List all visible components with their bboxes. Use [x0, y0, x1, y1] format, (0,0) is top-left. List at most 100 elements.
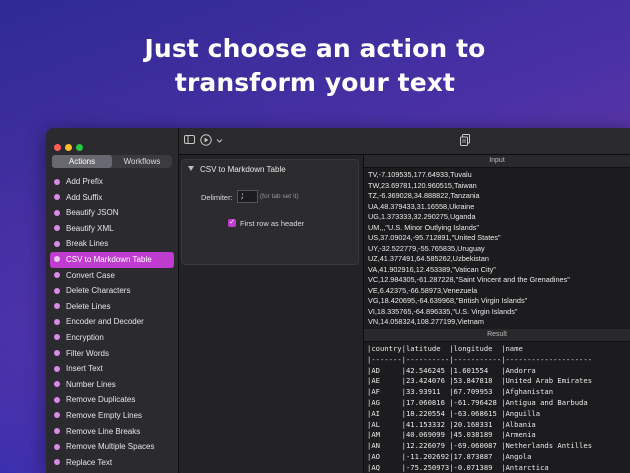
close-window-button[interactable]: [54, 144, 61, 151]
sidebar-item-label: Filter Words: [66, 348, 109, 358]
input-line: VE,6.42375,-66.58973,Venezuela: [368, 285, 478, 295]
result-line: |AN |12.226079 |-69.060087 |Netherlands …: [367, 441, 593, 451]
result-line: |AI |18.220554 |-63.068615 |Anguilla: [367, 408, 541, 418]
action-dot-icon: [54, 412, 60, 419]
headline-line-1: Just choose an action to: [144, 34, 486, 63]
sidebar-item[interactable]: Beautify XML: [50, 221, 174, 237]
input-header: Input: [364, 155, 630, 168]
sidebar-item-label: Beautify JSON: [66, 208, 119, 218]
delimiter-input[interactable]: ;: [237, 190, 258, 203]
result-line: |AF |33.93911 |67.709953 |Afghanistan: [367, 387, 554, 397]
sidebar-item[interactable]: Break Lines: [50, 236, 174, 252]
sidebar-item[interactable]: Replace Text: [50, 455, 174, 471]
first-row-header-label: First row as header: [240, 219, 305, 228]
sidebar-item[interactable]: Filter Words: [50, 346, 174, 362]
sidebar-item[interactable]: Insert Text: [50, 361, 174, 377]
sidebar-item[interactable]: Number Lines: [50, 377, 174, 393]
result-text-area[interactable]: |country|latitude |longitude |name |-----…: [367, 344, 630, 473]
panel-title[interactable]: CSV to Markdown Table: [188, 165, 286, 174]
zoom-window-button[interactable]: [76, 144, 83, 151]
input-line: UA,48.379433,31.16558,Ukraine: [368, 201, 475, 211]
first-row-header-checkbox[interactable]: ✓: [228, 219, 236, 227]
input-line: VG,18.420695,-64.639968,"British Virgin …: [368, 296, 528, 305]
input-line: VC,12.984305,-61.287228,"Saint Vincent a…: [368, 275, 570, 284]
toolbar: [179, 128, 630, 155]
action-dot-icon: [54, 272, 60, 279]
sidebar-item[interactable]: Convert Case: [50, 268, 174, 284]
sidebar-item[interactable]: Add Prefix: [50, 174, 174, 190]
app-window: Actions Workflows Add Prefix Add Suffix Be…: [46, 128, 630, 473]
input-text-area[interactable]: TV,-7.109535,177.64933,Tuvalu TW,23.69781…: [368, 170, 630, 336]
minimize-window-button[interactable]: [65, 144, 72, 151]
sidebar-item-label: Insert Text: [66, 364, 103, 374]
action-options-panel: CSV to Markdown Table Delimiter: ; (for …: [181, 159, 359, 265]
sidebar-item[interactable]: Delete Lines: [50, 299, 174, 315]
action-dot-icon: [54, 365, 60, 372]
sidebar-item-label: Convert Case: [66, 270, 115, 280]
result-line: |AQ |-75.250973|-0.071389 |Antarctica: [367, 462, 549, 472]
io-pane: Input TV,-7.109535,177.64933,Tuvalu TW,23…: [364, 155, 630, 473]
sidebar-item-label: Remove Line Breaks: [66, 426, 141, 436]
result-line: |AL |41.153332 |20.168331 |Albania: [367, 419, 536, 429]
action-dot-icon: [54, 194, 60, 201]
sidebar-item-label: Replace Text: [66, 457, 113, 467]
input-line: VN,14.058324,108.277199,Vietnam: [368, 317, 484, 326]
action-dot-icon: [54, 381, 60, 388]
action-dot-icon: [54, 459, 60, 466]
sidebar-item-label: Add Suffix: [66, 192, 103, 202]
sidebar-tabs: Actions Workflows: [52, 155, 172, 168]
sidebar-item[interactable]: Delete Characters: [50, 283, 174, 299]
sidebar-item[interactable]: Add Suffix: [50, 190, 174, 206]
action-dot-icon: [54, 287, 60, 294]
action-list: Add Prefix Add Suffix Beautify JSON Beautif…: [50, 174, 174, 470]
sidebar-item[interactable]: Remove Line Breaks: [50, 424, 174, 440]
action-dot-icon: [54, 350, 60, 357]
promo-headline: Just choose an action to transform your …: [0, 32, 630, 100]
sidebar-item[interactable]: Remove Duplicates: [50, 392, 174, 408]
action-dot-icon: [54, 209, 60, 216]
input-line: VI,18.335765,-64.896335,"U.S. Virgin Isl…: [368, 306, 518, 316]
panel-title-text: CSV to Markdown Table: [200, 165, 286, 174]
input-line: TV,-7.109535,177.64933,Tuvalu: [368, 170, 472, 179]
action-dot-icon: [54, 443, 60, 450]
copy-icon[interactable]: [460, 134, 470, 150]
action-dot-icon: [54, 256, 60, 263]
headline-line-2: transform your text: [174, 68, 456, 97]
sidebar-item[interactable]: Remove Multiple Spaces: [50, 439, 174, 455]
input-line: TZ,-6.369028,34.888822,Tanzania: [368, 191, 480, 200]
action-dot-icon: [54, 334, 60, 341]
input-line: UZ,41.377491,64.585262,Uzbekistan: [368, 254, 489, 263]
play-icon[interactable]: [200, 134, 212, 150]
action-dot-icon: [54, 318, 60, 325]
input-line: UY,-32.522779,-55.765835,Uruguay: [368, 243, 485, 253]
action-dot-icon: [54, 240, 60, 247]
sidebar-item-label: Delete Lines: [66, 301, 111, 311]
action-dot-icon: [54, 178, 60, 185]
sidebar-item[interactable]: CSV to Markdown Table: [50, 251, 174, 268]
sidebar-item-label: Remove Multiple Spaces: [66, 442, 155, 452]
sidebar-item-label: Delete Characters: [66, 286, 131, 296]
tab-actions[interactable]: Actions: [52, 155, 112, 168]
input-line: TW,23.69781,120.960515,Taiwan: [368, 180, 477, 190]
result-line: |country|latitude |longitude |name: [367, 344, 523, 353]
disclosure-triangle-icon[interactable]: [188, 166, 194, 171]
result-line: |AD |42.546245 |1.601554 |Andorra: [367, 365, 536, 375]
result-line: |AG |17.060816 |-61.796428 |Antigua and …: [367, 397, 588, 407]
chevron-down-icon[interactable]: [216, 136, 223, 148]
sidebar: Actions Workflows Add Prefix Add Suffix Be…: [46, 128, 179, 473]
delimiter-label: Delimiter:: [201, 193, 233, 202]
sidebar-toggle-icon[interactable]: [184, 135, 195, 148]
input-line: VA,41.902916,12.453389,"Vatican City": [368, 264, 496, 274]
sidebar-item[interactable]: Encoder and Decoder: [50, 314, 174, 330]
sidebar-item[interactable]: Encryption: [50, 330, 174, 346]
sidebar-item[interactable]: Remove Empty Lines: [50, 408, 174, 424]
action-dot-icon: [54, 396, 60, 403]
action-dot-icon: [54, 225, 60, 232]
delimiter-hint: (for tab set \t): [260, 193, 299, 200]
sidebar-item-label: Beautify XML: [66, 223, 114, 233]
sidebar-item[interactable]: Beautify JSON: [50, 205, 174, 221]
tab-workflows[interactable]: Workflows: [112, 155, 172, 168]
result-line: |AO |-11.202692|17.873887 |Angola: [367, 451, 532, 461]
result-header: Result: [364, 329, 630, 342]
input-line: UM,,,"U.S. Minor Outlying Islands": [368, 222, 480, 232]
